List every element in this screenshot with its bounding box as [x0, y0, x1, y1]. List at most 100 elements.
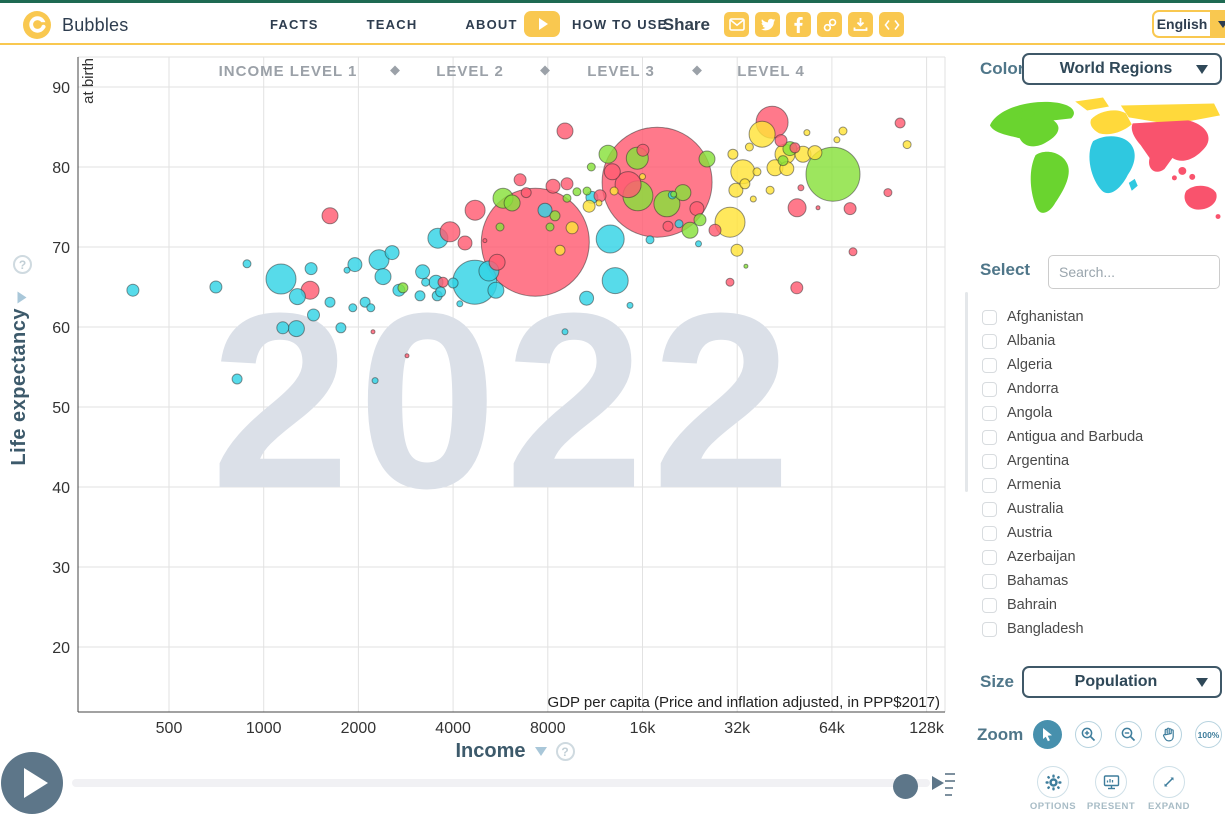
country-bubble-americas[interactable] — [743, 263, 749, 269]
country-bubble-africa[interactable] — [456, 300, 464, 308]
country-bubble-americas[interactable] — [397, 282, 409, 294]
country-bubble-africa[interactable] — [276, 321, 290, 335]
country-bubble-asia[interactable] — [513, 173, 527, 187]
country-bubble-africa[interactable] — [348, 303, 358, 313]
country-list-item[interactable]: Angola — [982, 401, 1212, 425]
country-bubble-americas[interactable] — [495, 222, 505, 232]
country-bubble-americas[interactable] — [674, 184, 692, 202]
country-bubble-asia[interactable] — [370, 329, 376, 335]
country-bubble-europe[interactable] — [833, 136, 841, 144]
country-checkbox[interactable] — [982, 381, 997, 397]
country-bubble-americas[interactable] — [598, 144, 618, 164]
country-bubble-americas[interactable] — [693, 213, 707, 227]
x-axis-help-icon[interactable]: ? — [555, 742, 575, 761]
country-bubble-africa[interactable] — [561, 328, 569, 336]
size-dropdown[interactable]: Population — [1022, 666, 1222, 698]
country-bubble-americas[interactable] — [545, 222, 555, 232]
zoom-in-icon[interactable] — [1075, 721, 1102, 748]
country-bubble-africa[interactable] — [307, 308, 320, 322]
country-checkbox[interactable] — [982, 501, 997, 517]
country-bubble-asia[interactable] — [457, 235, 473, 251]
language-selector[interactable]: English — [1152, 10, 1225, 38]
country-bubble-africa[interactable] — [209, 280, 223, 294]
country-bubble-asia[interactable] — [464, 199, 486, 221]
country-list-item[interactable]: Andorra — [982, 377, 1212, 401]
country-list-item[interactable]: Australia — [982, 497, 1212, 521]
country-checkbox[interactable] — [982, 549, 997, 565]
country-bubble-africa[interactable] — [579, 290, 595, 306]
present-button[interactable] — [1095, 766, 1127, 798]
country-list-item[interactable]: Bahrain — [982, 593, 1212, 617]
country-bubble-africa[interactable] — [626, 301, 634, 309]
country-checkbox[interactable] — [982, 429, 997, 445]
country-bubble-asia[interactable] — [556, 122, 574, 140]
timeline-handle[interactable] — [893, 774, 918, 799]
country-bubble-europe[interactable] — [902, 140, 912, 150]
download-icon[interactable] — [848, 12, 873, 37]
country-bubble-americas[interactable] — [698, 150, 716, 168]
country-bubble-europe[interactable] — [565, 221, 579, 235]
country-bubble-africa[interactable] — [343, 266, 351, 274]
search-input[interactable] — [1048, 255, 1220, 289]
country-bubble-asia[interactable] — [848, 247, 858, 257]
country-list-item[interactable]: Austria — [982, 521, 1212, 545]
link-icon[interactable] — [817, 12, 842, 37]
country-bubble-europe[interactable] — [727, 148, 739, 160]
country-bubble-europe[interactable] — [838, 126, 848, 136]
nav-teach[interactable]: TEACH — [367, 17, 418, 32]
country-bubble-asia[interactable] — [520, 187, 532, 199]
country-bubble-africa[interactable] — [645, 235, 655, 245]
country-bubble-americas[interactable] — [562, 193, 572, 203]
country-list-item[interactable]: Argentina — [982, 449, 1212, 473]
country-bubble-asia[interactable] — [437, 276, 449, 288]
country-list-item[interactable]: Azerbaijan — [982, 545, 1212, 569]
country-bubble-africa[interactable] — [366, 303, 376, 313]
country-bubble-asia[interactable] — [439, 221, 461, 243]
country-bubble-europe[interactable] — [807, 145, 823, 161]
country-bubble-africa[interactable] — [304, 262, 318, 276]
country-bubble-africa[interactable] — [487, 281, 505, 299]
country-bubble-asia[interactable] — [815, 205, 821, 211]
country-bubble-africa[interactable] — [414, 290, 426, 302]
country-list-scrollbar[interactable] — [965, 292, 968, 492]
country-bubble-europe[interactable] — [639, 173, 646, 181]
country-checkbox[interactable] — [982, 525, 997, 541]
country-bubble-americas[interactable] — [582, 186, 592, 196]
country-bubble-europe[interactable] — [765, 185, 775, 195]
country-bubble-europe[interactable] — [748, 120, 776, 148]
country-bubble-africa[interactable] — [435, 286, 447, 298]
country-bubble-asia[interactable] — [708, 223, 722, 237]
country-bubble-asia[interactable] — [790, 281, 804, 295]
country-bubble-europe[interactable] — [744, 142, 754, 152]
country-bubble-asia[interactable] — [787, 198, 807, 218]
country-bubble-asia[interactable] — [545, 178, 561, 194]
country-bubble-africa[interactable] — [595, 224, 625, 254]
country-bubble-africa[interactable] — [265, 263, 297, 295]
country-checkbox[interactable] — [982, 573, 997, 589]
country-checkbox[interactable] — [982, 405, 997, 421]
country-bubble-americas[interactable] — [572, 187, 582, 197]
country-bubble-africa[interactable] — [374, 268, 392, 286]
country-bubble-asia[interactable] — [774, 134, 788, 148]
country-bubble-asia[interactable] — [482, 238, 488, 244]
country-checkbox[interactable] — [982, 477, 997, 493]
color-dropdown[interactable]: World Regions — [1022, 53, 1222, 85]
country-list-item[interactable]: Armenia — [982, 473, 1212, 497]
country-bubble-europe[interactable] — [749, 195, 757, 203]
logo[interactable]: Bubbles — [22, 10, 128, 40]
country-bubble-asia[interactable] — [662, 220, 674, 232]
cursor-select-button[interactable] — [1033, 720, 1062, 749]
country-bubble-europe[interactable] — [595, 199, 603, 207]
playback-speed-icon[interactable] — [930, 768, 956, 802]
options-button[interactable] — [1037, 766, 1069, 798]
country-bubble-americas[interactable] — [549, 210, 561, 222]
country-bubble-africa[interactable] — [242, 259, 252, 269]
country-list-item[interactable]: Bangladesh — [982, 617, 1212, 641]
play-button[interactable] — [1, 752, 63, 814]
country-bubble-asia[interactable] — [894, 117, 906, 129]
country-bubble-asia[interactable] — [689, 201, 705, 217]
country-checkbox[interactable] — [982, 333, 997, 349]
country-bubble-europe[interactable] — [554, 244, 566, 256]
country-bubble-asia[interactable] — [843, 202, 857, 216]
country-bubble-africa[interactable] — [421, 277, 431, 287]
